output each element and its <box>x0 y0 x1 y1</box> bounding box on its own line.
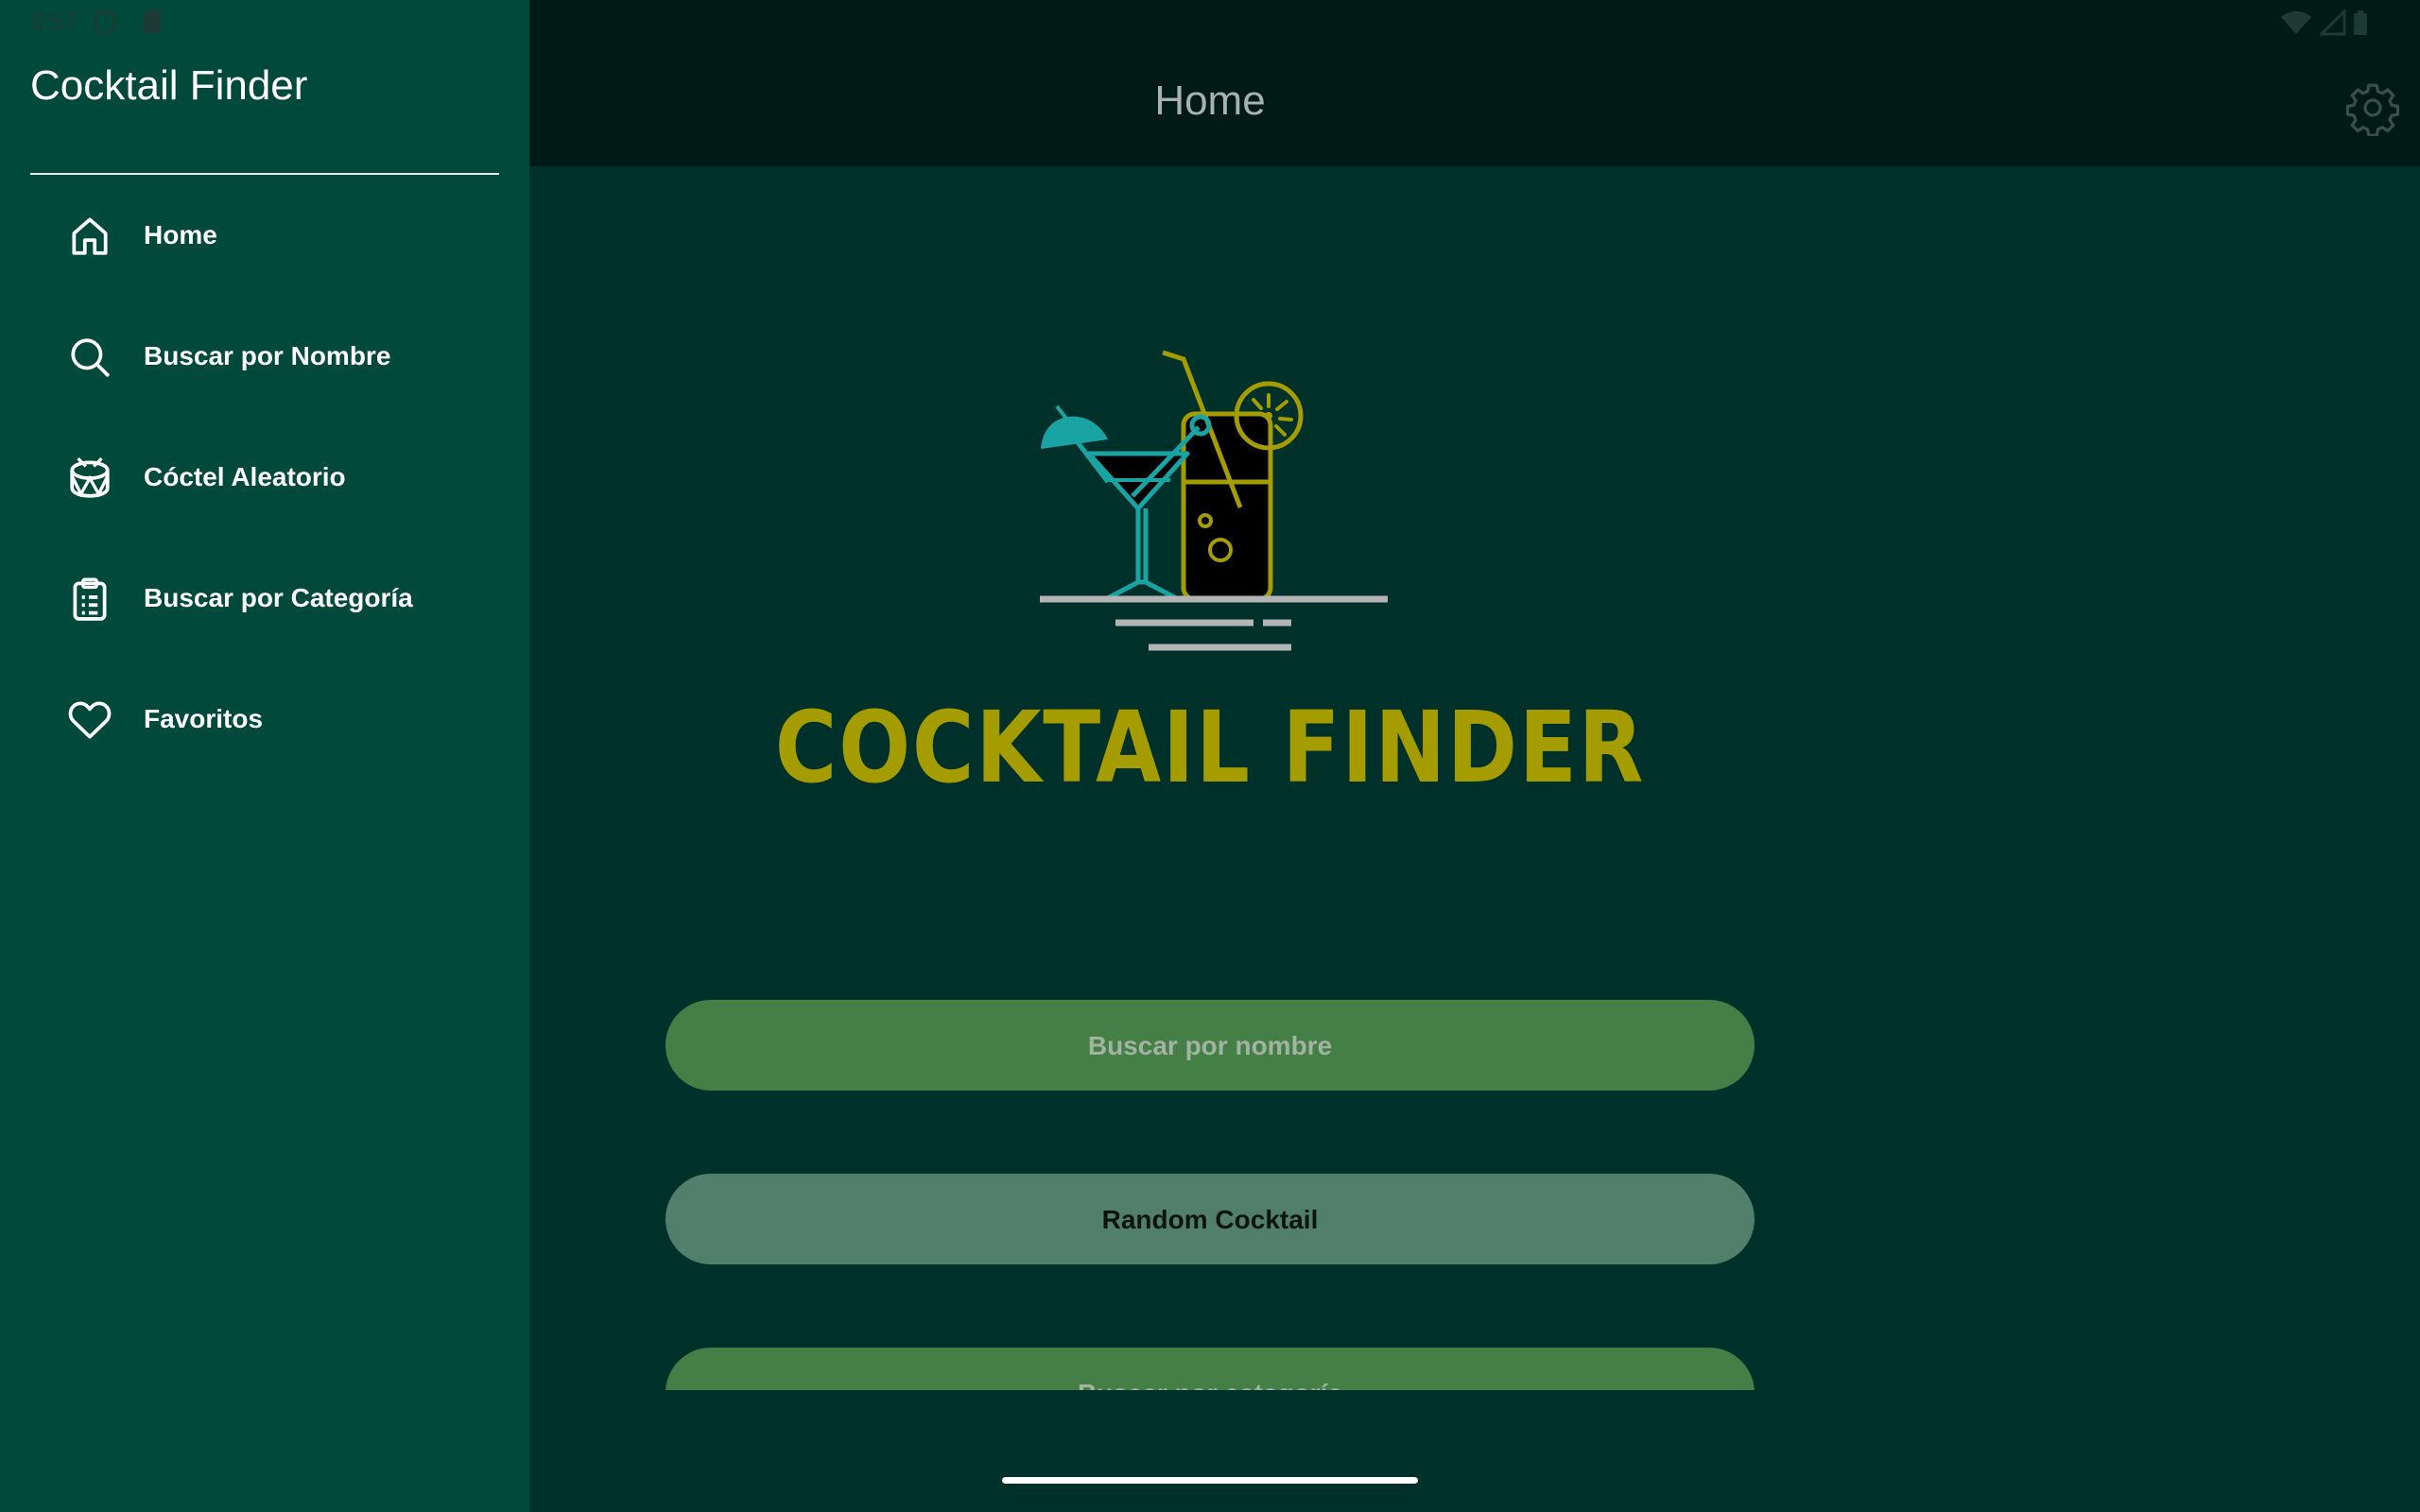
status-bar: 9:57 <box>0 0 2420 45</box>
cell-signal-icon <box>2320 9 2346 36</box>
drawer-item-search-by-name[interactable]: Buscar por Nombre <box>30 310 503 404</box>
search-by-name-button[interactable]: Buscar por nombre <box>666 1000 1754 1091</box>
drawer-item-random-cocktail[interactable]: Cóctel Aleatorio <box>30 431 503 525</box>
gesture-nav-handle[interactable] <box>1002 1477 1418 1484</box>
sd-card-icon <box>144 10 161 33</box>
heart-icon <box>68 701 112 739</box>
drawer-item-label: Buscar por Categoría <box>144 583 413 612</box>
battery-icon <box>2354 10 2367 35</box>
search-icon <box>71 338 110 377</box>
app-screen: 9:57 Home COCKTAIL FINDER Buscar por nom… <box>0 0 2420 1512</box>
page-title: Home <box>1154 77 1266 124</box>
drawer-item-home[interactable]: Home <box>30 189 503 284</box>
drawer-item-label: Cóctel Aleatorio <box>144 462 346 491</box>
clipboard-list-icon <box>73 577 107 621</box>
drawer-divider <box>30 173 499 175</box>
drawer-item-label: Buscar por Nombre <box>144 341 391 370</box>
drawer-title: Cocktail Finder <box>30 62 308 109</box>
drawer-item-label: Home <box>144 220 217 249</box>
drum-icon <box>70 456 110 498</box>
brand-title: COCKTAIL FINDER <box>774 690 1646 805</box>
random-cocktail-button[interactable]: Random Cocktail <box>666 1174 1754 1264</box>
status-time: 9:57 <box>30 8 78 36</box>
drawer-item-search-by-category[interactable]: Buscar por Categoría <box>30 552 503 646</box>
navigation-drawer: Cocktail Finder Home Buscar por Nombre C… <box>0 0 529 1512</box>
drawer-item-label: Favoritos <box>144 704 264 733</box>
wifi-icon <box>2281 11 2311 34</box>
home-icon <box>72 217 108 255</box>
search-by-category-button[interactable]: Buscar por categoría <box>666 1348 1754 1390</box>
drawer-item-favorites[interactable]: Favoritos <box>30 673 503 767</box>
gear-icon[interactable] <box>2344 79 2401 136</box>
shield-icon <box>94 9 116 36</box>
main-content: Home COCKTAIL FINDER Buscar por nombre R… <box>529 0 2420 1512</box>
scroll-clip: Buscar por categoría <box>666 1348 1754 1390</box>
cocktail-logo-illustration <box>1040 350 1388 651</box>
